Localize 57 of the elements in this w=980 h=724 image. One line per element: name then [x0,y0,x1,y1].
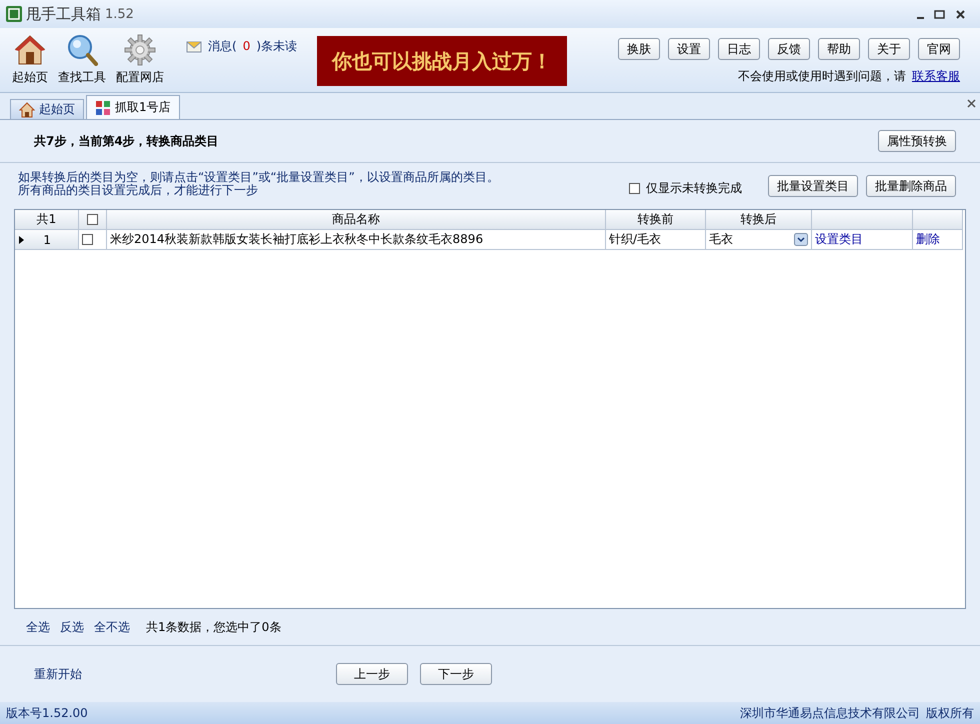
minimize-icon [917,17,924,19]
row-number: 1 [43,232,51,246]
help-text: 不会使用或使用时遇到问题，请 [738,68,906,85]
instruction-text: 所有商品的类目设置完成后，才能进行下一步 [18,184,259,197]
house-icon [19,102,35,118]
batch-action-button[interactable]: 批量删除商品 [866,175,956,197]
instruction-text: 如果转换后的类目为空，则请点击“设置类目”或“批量设置类目”，以设置商品所属的类目。 [18,171,500,184]
selection-link[interactable]: 全选 [26,618,50,636]
toolbar-button[interactable]: 官网 [918,38,960,60]
column-header: 转换后 [706,210,812,230]
checkbox[interactable] [629,183,640,194]
magnifier-icon [66,34,98,66]
contact-support-link[interactable]: 联系客服 [912,68,960,85]
selection-link[interactable]: 全不选 [94,618,130,636]
selection-link[interactable]: 反选 [60,618,84,636]
message-count-text: 消息( 0 )条未读 [208,38,298,54]
set-category-link[interactable]: 设置类目 [815,231,863,248]
copyright-text: 版权所有 [926,704,974,722]
preconvert-button[interactable]: 属性预转换 [878,130,956,152]
step-nav-button[interactable]: 上一步 [336,663,408,685]
close-icon [955,9,966,20]
toolbar-button[interactable]: 设置 [668,38,710,60]
column-header: 商品名称 [107,210,606,230]
window-title: 甩手工具箱 [26,4,101,24]
ad-banner[interactable]: 你也可以挑战月入过万！ [317,36,568,86]
toolbar-button[interactable]: 查找工具 [54,28,110,92]
toolbar-button[interactable]: 配置网店 [112,28,168,92]
house-icon [14,34,46,66]
tab[interactable]: 起始页 [10,99,84,119]
selection-summary: 共1条数据，您选中了0条 [146,618,282,636]
select-all-checkbox[interactable] [87,214,98,225]
store-icon [95,100,111,116]
step-heading: 共7步，当前第4步，转换商品类目 [34,132,219,150]
delete-link[interactable]: 删除 [916,231,940,248]
toolbar-button[interactable]: 起始页 [8,28,52,92]
toolbar-button[interactable]: 换肤 [618,38,660,60]
category-dropdown[interactable]: 毛衣 [706,230,812,250]
column-header: 转换前 [606,210,706,230]
table-cell: 米纱2014秋装新款韩版女装长袖打底衫上衣秋冬中长款条纹毛衣8896 [107,230,606,250]
app-logo-icon [6,6,22,22]
version-number: 版本号1.52.00 [6,704,88,722]
column-header: 共1 [15,210,79,230]
version-label: 1.52 [105,6,134,22]
toolbar-button[interactable]: 帮助 [818,38,860,60]
batch-action-button[interactable]: 批量设置类目 [768,175,858,197]
toolbar-button[interactable]: 关于 [868,38,910,60]
maximize-icon [934,9,945,20]
tab[interactable]: 抓取1号店 [86,95,180,119]
step-nav-button[interactable]: 下一步 [420,663,492,685]
row-checkbox[interactable] [82,234,93,245]
company-name: 深圳市华通易点信息技术有限公司 [740,704,920,722]
restart-link[interactable]: 重新开始 [34,666,82,682]
close-icon[interactable] [967,99,976,108]
checkbox-label: 仅显示未转换完成 [646,180,742,197]
table-cell: 针织/毛衣 [606,230,706,250]
toolbar-button[interactable]: 日志 [718,38,760,60]
toolbar-button[interactable]: 反馈 [768,38,810,60]
